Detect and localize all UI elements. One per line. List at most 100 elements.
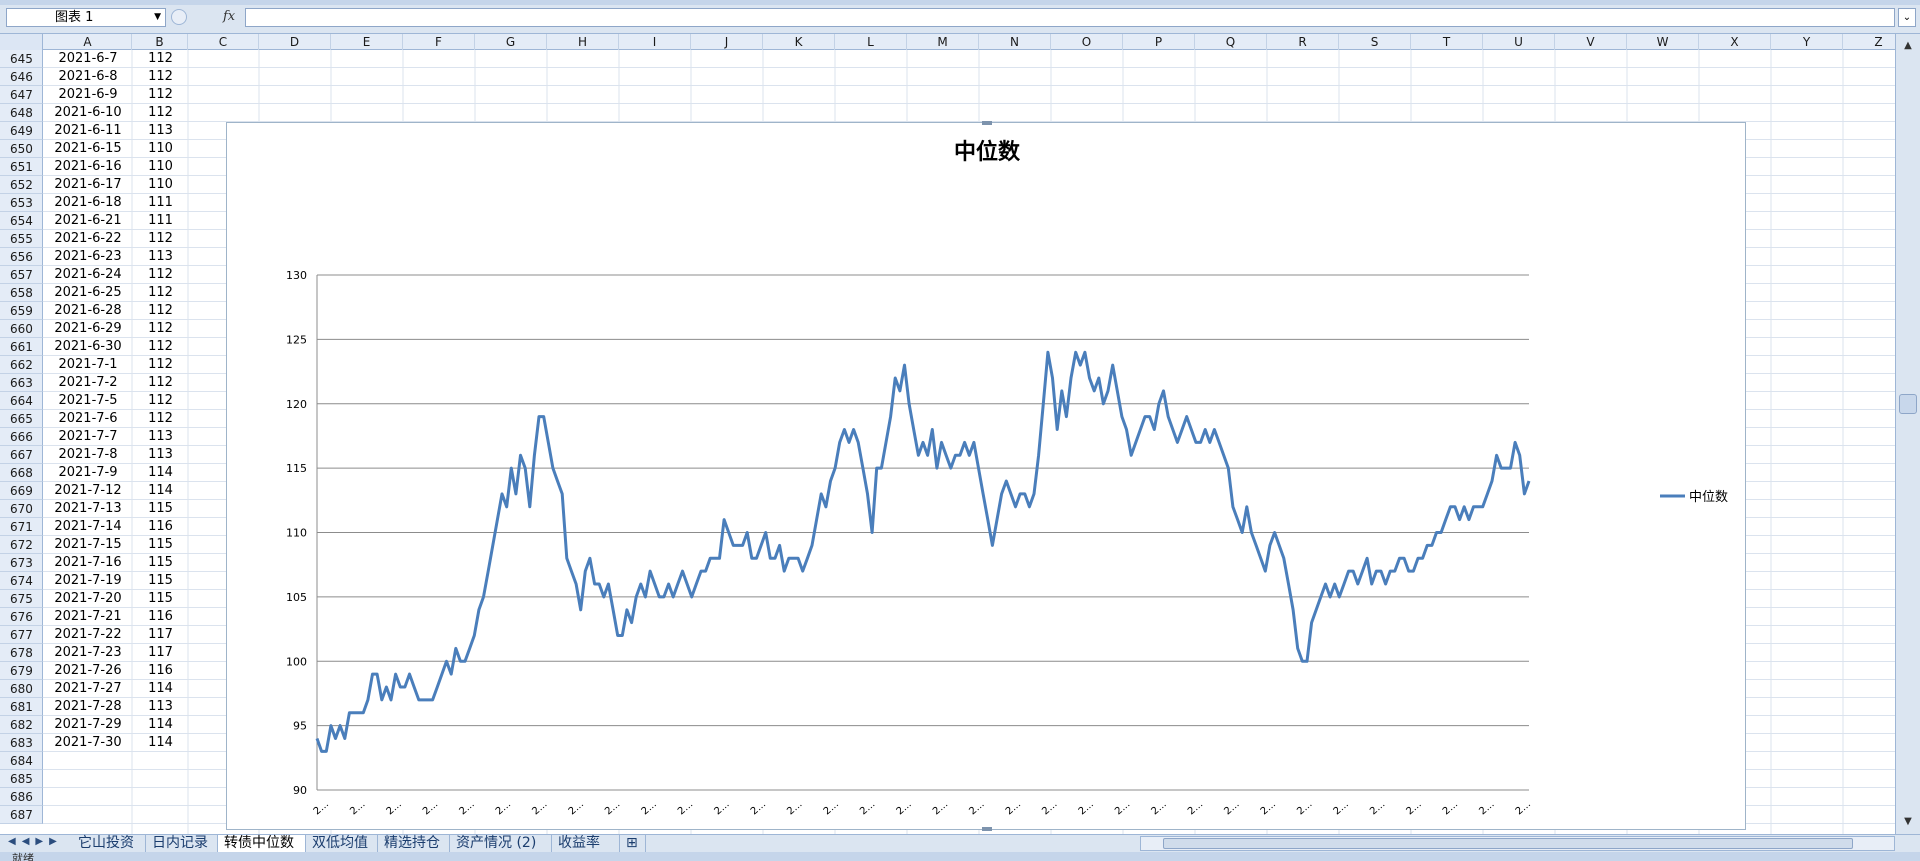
sheet-tab[interactable]: 转债中位数 bbox=[218, 835, 306, 853]
row-header[interactable]: 680 bbox=[0, 680, 43, 698]
sheet-tab[interactable]: 收益率 bbox=[552, 835, 620, 853]
cell-value[interactable]: 112 bbox=[133, 374, 188, 392]
row-header[interactable]: 661 bbox=[0, 338, 43, 356]
column-header-V[interactable]: V bbox=[1555, 34, 1627, 50]
row-header[interactable]: 650 bbox=[0, 140, 43, 158]
column-header-Z[interactable]: Z bbox=[1843, 34, 1895, 50]
row-header[interactable]: 660 bbox=[0, 320, 43, 338]
cell-date[interactable]: 2021-6-21 bbox=[44, 212, 132, 230]
cell-date[interactable]: 2021-7-29 bbox=[44, 716, 132, 734]
select-all-corner[interactable] bbox=[0, 34, 43, 50]
column-header-O[interactable]: O bbox=[1051, 34, 1123, 50]
cell-date[interactable]: 2021-7-1 bbox=[44, 356, 132, 374]
cell-value[interactable] bbox=[133, 752, 188, 770]
cell-value[interactable]: 110 bbox=[133, 176, 188, 194]
cell-value[interactable]: 111 bbox=[133, 212, 188, 230]
cell-value[interactable]: 114 bbox=[133, 464, 188, 482]
row-header[interactable]: 672 bbox=[0, 536, 43, 554]
table-row[interactable]: 647 2021-6-9 112 bbox=[0, 86, 1895, 104]
cell-value[interactable]: 117 bbox=[133, 644, 188, 662]
cell-value[interactable]: 112 bbox=[133, 302, 188, 320]
chevron-down-icon[interactable]: ▼ bbox=[154, 9, 161, 26]
row-header[interactable]: 686 bbox=[0, 788, 43, 806]
cell-value[interactable]: 113 bbox=[133, 698, 188, 716]
cell-value[interactable]: 110 bbox=[133, 158, 188, 176]
column-header-X[interactable]: X bbox=[1699, 34, 1771, 50]
cell-date[interactable]: 2021-6-25 bbox=[44, 284, 132, 302]
sheet-tab[interactable]: 双低均值 bbox=[306, 835, 378, 853]
row-header[interactable]: 683 bbox=[0, 734, 43, 752]
cell-date[interactable]: 2021-6-17 bbox=[44, 176, 132, 194]
column-header-B[interactable]: B bbox=[132, 34, 188, 50]
row-header[interactable]: 674 bbox=[0, 572, 43, 590]
cell-date[interactable]: 2021-6-29 bbox=[44, 320, 132, 338]
cell-date[interactable]: 2021-7-22 bbox=[44, 626, 132, 644]
cell-value[interactable]: 115 bbox=[133, 500, 188, 518]
cell-value[interactable]: 112 bbox=[133, 356, 188, 374]
sheet-tab[interactable]: 精选持仓 bbox=[378, 835, 450, 853]
row-header[interactable]: 670 bbox=[0, 500, 43, 518]
formula-input[interactable] bbox=[245, 8, 1895, 27]
row-header[interactable]: 687 bbox=[0, 806, 43, 824]
resize-handle-bottom[interactable] bbox=[982, 827, 992, 831]
cell-value[interactable]: 115 bbox=[133, 590, 188, 608]
cell-value[interactable] bbox=[133, 788, 188, 806]
sheet-tab[interactable]: 日内记录 bbox=[146, 835, 218, 853]
cell-value[interactable]: 112 bbox=[133, 230, 188, 248]
row-header[interactable]: 655 bbox=[0, 230, 43, 248]
row-header[interactable]: 671 bbox=[0, 518, 43, 536]
scroll-up-icon[interactable]: ▲ bbox=[1900, 38, 1916, 54]
cell-date[interactable] bbox=[44, 788, 132, 806]
cell-date[interactable]: 2021-7-7 bbox=[44, 428, 132, 446]
cell-value[interactable]: 110 bbox=[133, 140, 188, 158]
column-header-D[interactable]: D bbox=[259, 34, 331, 50]
row-header[interactable]: 682 bbox=[0, 716, 43, 734]
cell-value[interactable]: 112 bbox=[133, 338, 188, 356]
cell-value[interactable]: 112 bbox=[133, 284, 188, 302]
cell-date[interactable]: 2021-6-30 bbox=[44, 338, 132, 356]
row-header[interactable]: 658 bbox=[0, 284, 43, 302]
table-row[interactable]: 645 2021-6-7 112 bbox=[0, 50, 1895, 68]
column-header-L[interactable]: L bbox=[835, 34, 907, 50]
cell-date[interactable]: 2021-7-9 bbox=[44, 464, 132, 482]
column-header-J[interactable]: J bbox=[691, 34, 763, 50]
sheet-tab[interactable]: 资产情况 (2) bbox=[450, 835, 552, 853]
cell-date[interactable]: 2021-7-16 bbox=[44, 554, 132, 572]
cell-value[interactable]: 112 bbox=[133, 410, 188, 428]
cell-date[interactable] bbox=[44, 770, 132, 788]
row-header[interactable]: 657 bbox=[0, 266, 43, 284]
cell-date[interactable]: 2021-6-8 bbox=[44, 68, 132, 86]
row-header[interactable]: 664 bbox=[0, 392, 43, 410]
table-row[interactable]: 648 2021-6-10 112 bbox=[0, 104, 1895, 122]
insert-function-icon[interactable]: fx bbox=[223, 9, 235, 24]
column-header-C[interactable]: C bbox=[188, 34, 259, 50]
cell-date[interactable]: 2021-6-10 bbox=[44, 104, 132, 122]
column-header-H[interactable]: H bbox=[547, 34, 619, 50]
cell-value[interactable]: 113 bbox=[133, 446, 188, 464]
column-header-K[interactable]: K bbox=[763, 34, 835, 50]
column-header-P[interactable]: P bbox=[1123, 34, 1195, 50]
row-header[interactable]: 646 bbox=[0, 68, 43, 86]
cell-value[interactable]: 112 bbox=[133, 68, 188, 86]
row-header[interactable]: 666 bbox=[0, 428, 43, 446]
column-header-Y[interactable]: Y bbox=[1771, 34, 1843, 50]
horizontal-scroll-thumb[interactable] bbox=[1163, 838, 1853, 849]
worksheet-grid[interactable]: ABCDEFGHIJKLMNOPQRSTUVWXYZ 645 2021-6-7 11… bbox=[0, 34, 1895, 834]
column-header-R[interactable]: R bbox=[1267, 34, 1339, 50]
cell-value[interactable]: 114 bbox=[133, 680, 188, 698]
cell-date[interactable]: 2021-6-23 bbox=[44, 248, 132, 266]
cell-value[interactable]: 112 bbox=[133, 104, 188, 122]
row-header[interactable]: 653 bbox=[0, 194, 43, 212]
horizontal-scrollbar[interactable] bbox=[1140, 836, 1895, 851]
cell-date[interactable]: 2021-7-12 bbox=[44, 482, 132, 500]
cell-value[interactable] bbox=[133, 770, 188, 788]
cell-value[interactable]: 115 bbox=[133, 572, 188, 590]
row-header[interactable]: 677 bbox=[0, 626, 43, 644]
insert-sheet-icon[interactable]: ⊞ bbox=[620, 835, 646, 853]
column-header-I[interactable]: I bbox=[619, 34, 691, 50]
row-header[interactable]: 652 bbox=[0, 176, 43, 194]
cell-value[interactable]: 113 bbox=[133, 122, 188, 140]
resize-handle-top[interactable] bbox=[982, 121, 992, 125]
cell-value[interactable]: 115 bbox=[133, 536, 188, 554]
cell-date[interactable]: 2021-7-26 bbox=[44, 662, 132, 680]
